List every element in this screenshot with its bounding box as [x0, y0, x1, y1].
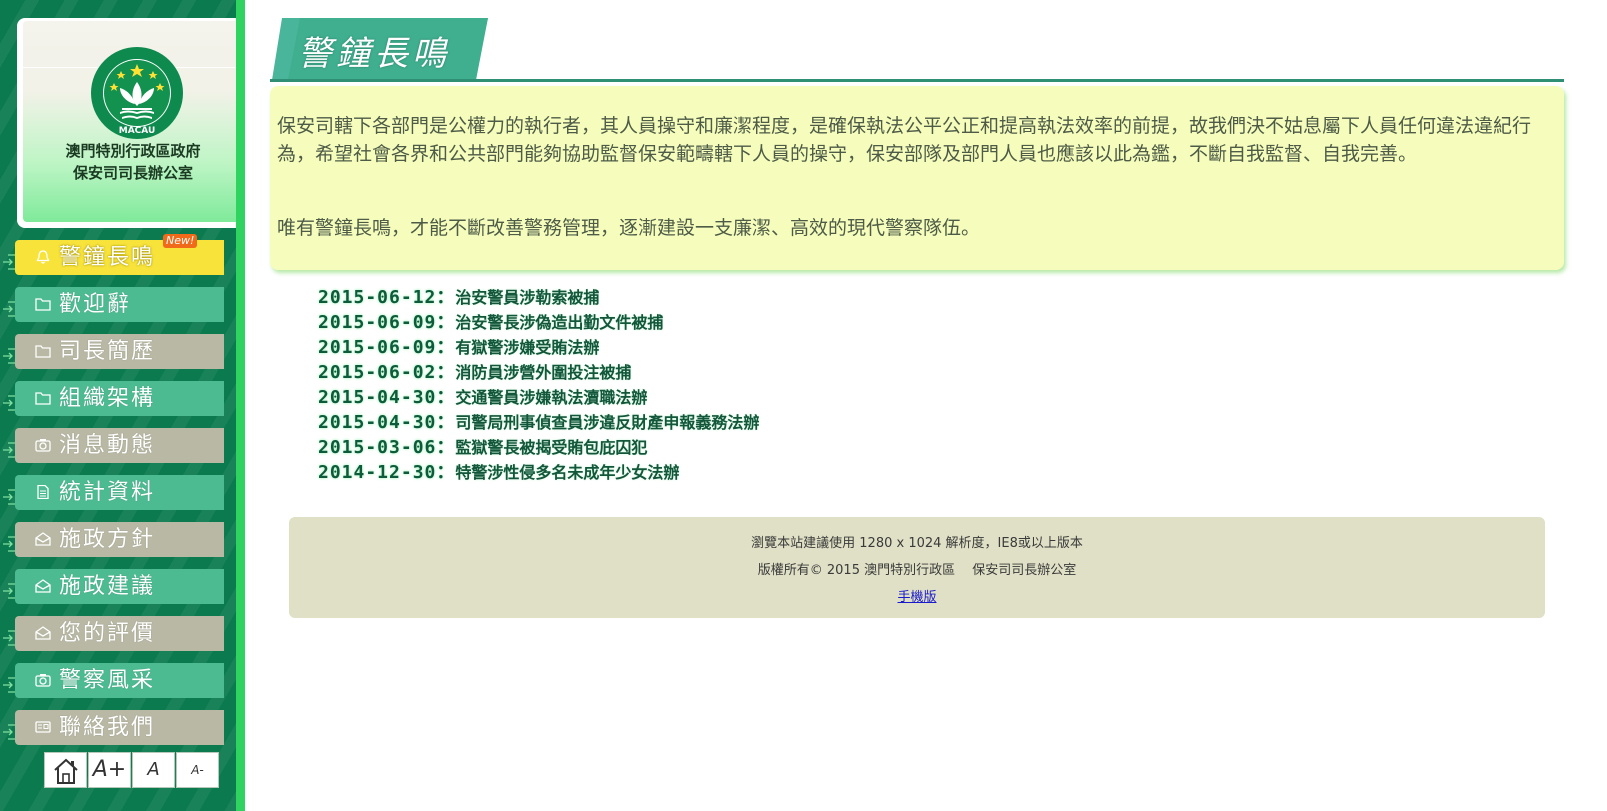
menu-item-suggestions[interactable]: 施政建議 [15, 569, 224, 604]
news-item[interactable]: 2014-12-30：特警涉性侵多名未成年少女法辦 [318, 460, 679, 485]
menu-item-statistics[interactable]: 統計資料 [15, 475, 224, 510]
news-separator: ： [436, 437, 456, 458]
news-separator: ： [436, 337, 456, 358]
new-badge: New! [163, 234, 198, 248]
document-icon [37, 485, 49, 499]
menu-item-label: 統計資料 [59, 480, 156, 505]
news-separator: ： [436, 412, 456, 433]
title-underline [270, 79, 1564, 82]
font-normal-button[interactable]: A [132, 752, 175, 788]
news-separator: ： [436, 387, 456, 408]
intro-panel: 保安司轄下各部門是公權力的執行者，其人員操守和廉潔程度，是確保執法公平公正和提高… [270, 86, 1564, 270]
menu-item-biography[interactable]: 司長簡歷 [15, 334, 224, 369]
menu-item-label: 警鐘長鳴 [59, 245, 156, 270]
bell-icon [36, 250, 50, 264]
menu-item-contact[interactable]: 聯絡我們 [15, 710, 224, 745]
menu-item-label: 施政建議 [59, 574, 156, 599]
envelope-icon [35, 532, 51, 546]
news-title: 監獄警長被揭受賄包庇囚犯 [455, 438, 648, 457]
news-item[interactable]: 2015-04-30：交通警員涉嫌執法瀆職法辦 [318, 385, 647, 410]
menu-item-welcome[interactable]: 歡迎辭 [15, 287, 224, 322]
folder-icon [35, 392, 51, 405]
folder-icon [35, 298, 51, 311]
news-date: 2015-06-09 [318, 312, 437, 333]
card-icon [35, 721, 51, 733]
folder-icon [35, 345, 51, 358]
news-title: 司警局刑事偵查員涉違反財產申報義務法辦 [455, 413, 760, 432]
menu-item-label: 組織架構 [59, 386, 156, 411]
menu-item-label: 消息動態 [59, 433, 156, 458]
intro-paragraph-2: 唯有警鐘長鳴，才能不斷改善警務管理，逐漸建設一支廉潔、高效的現代警察隊伍。 [277, 217, 981, 239]
emblem-text: MACAU [119, 126, 156, 136]
org-name-line1: 澳門特別行政區政府 [65, 142, 201, 160]
menu-item-label: 警察風采 [59, 668, 156, 693]
envelope-icon [35, 626, 51, 640]
menu-item-label: 施政方針 [59, 527, 156, 552]
news-date: 2015-04-30 [318, 387, 437, 408]
footer: 瀏覽本站建議使用 1280 x 1024 解析度，IE8或以上版本 版權所有© … [289, 517, 1545, 618]
news-date: 2015-04-30 [318, 412, 437, 433]
menu-item-feedback[interactable]: 您的評價 [15, 616, 224, 651]
news-title: 治安警員涉勒索被捕 [455, 288, 600, 307]
macau-emblem-icon: MACAU [91, 47, 183, 139]
news-title: 消防員涉營外圍投注被捕 [455, 363, 632, 382]
org-name: 澳門特別行政區政府 保安司司長辦公室 [23, 140, 243, 184]
menu-item-label: 聯絡我們 [59, 715, 156, 740]
envelope-icon [35, 579, 51, 593]
menu-item-label: 您的評價 [59, 621, 156, 646]
camera-icon [35, 674, 51, 687]
news-item[interactable]: 2015-06-09：治安警長涉偽造出勤文件被捕 [318, 310, 663, 335]
tool-bar: A+ A A- [44, 752, 220, 788]
menu-item-organization[interactable]: 組織架構 [15, 381, 224, 416]
mobile-version-link[interactable]: 手機版 [897, 590, 936, 605]
camera-icon [35, 439, 51, 452]
page-title: 警鐘長鳴 [298, 34, 450, 74]
news-separator: ： [436, 287, 456, 308]
footer-resolution-note: 瀏覽本站建議使用 1280 x 1024 解析度，IE8或以上版本 [751, 536, 1083, 551]
news-item[interactable]: 2015-03-06：監獄警長被揭受賄包庇囚犯 [318, 435, 647, 460]
logo-background: MACAU 澳門特別行政區政府 保安司司長辦公室 [23, 21, 243, 222]
news-title: 交通警員涉嫌執法瀆職法辦 [455, 388, 648, 407]
font-increase-button[interactable]: A+ [88, 752, 131, 788]
home-icon [53, 758, 78, 784]
news-date: 2015-03-06 [318, 437, 437, 458]
menu-item-alarm[interactable]: 警鐘長鳴 New! [15, 234, 224, 275]
menu-item-label: 歡迎辭 [59, 292, 132, 317]
logo-panel[interactable]: MACAU 澳門特別行政區政府 保安司司長辦公室 [17, 18, 243, 228]
home-button[interactable] [44, 752, 87, 788]
news-separator: ： [436, 462, 456, 483]
news-item[interactable]: 2015-06-12：治安警員涉勒索被捕 [318, 285, 599, 310]
news-item[interactable]: 2015-06-02：消防員涉營外圍投注被捕 [318, 360, 631, 385]
footer-copyright: 版權所有© 2015 澳門特別行政區 保安司司長辦公室 [757, 563, 1077, 578]
intro-paragraph-1: 保安司轄下各部門是公權力的執行者，其人員操守和廉潔程度，是確保執法公平公正和提高… [277, 115, 1532, 165]
org-name-line2: 保安司司長辦公室 [72, 164, 193, 182]
news-title: 有獄警涉嫌受賄法辦 [455, 338, 600, 357]
menu-item-policy[interactable]: 施政方針 [15, 522, 224, 557]
news-title: 治安警長涉偽造出勤文件被捕 [455, 313, 664, 332]
news-separator: ： [436, 362, 456, 383]
news-date: 2014-12-30 [318, 462, 437, 483]
font-decrease-button[interactable]: A- [176, 752, 219, 788]
news-date: 2015-06-09 [318, 337, 437, 358]
menu-item-police-gallery[interactable]: 警察風采 [15, 663, 224, 698]
news-item[interactable]: 2015-06-09：有獄警涉嫌受賄法辦 [318, 335, 599, 360]
sidebar: MACAU 澳門特別行政區政府 保安司司長辦公室 警鐘長鳴 New! 歡迎辭 司… [0, 0, 245, 811]
news-date: 2015-06-12 [318, 287, 437, 308]
news-title: 特警涉性侵多名未成年少女法辦 [455, 463, 680, 482]
menu-item-news[interactable]: 消息動態 [15, 428, 224, 463]
news-separator: ： [436, 312, 456, 333]
menu-item-label: 司長簡歷 [59, 339, 156, 364]
news-date: 2015-06-02 [318, 362, 437, 383]
news-item[interactable]: 2015-04-30：司警局刑事偵查員涉違反財產申報義務法辦 [318, 410, 759, 435]
